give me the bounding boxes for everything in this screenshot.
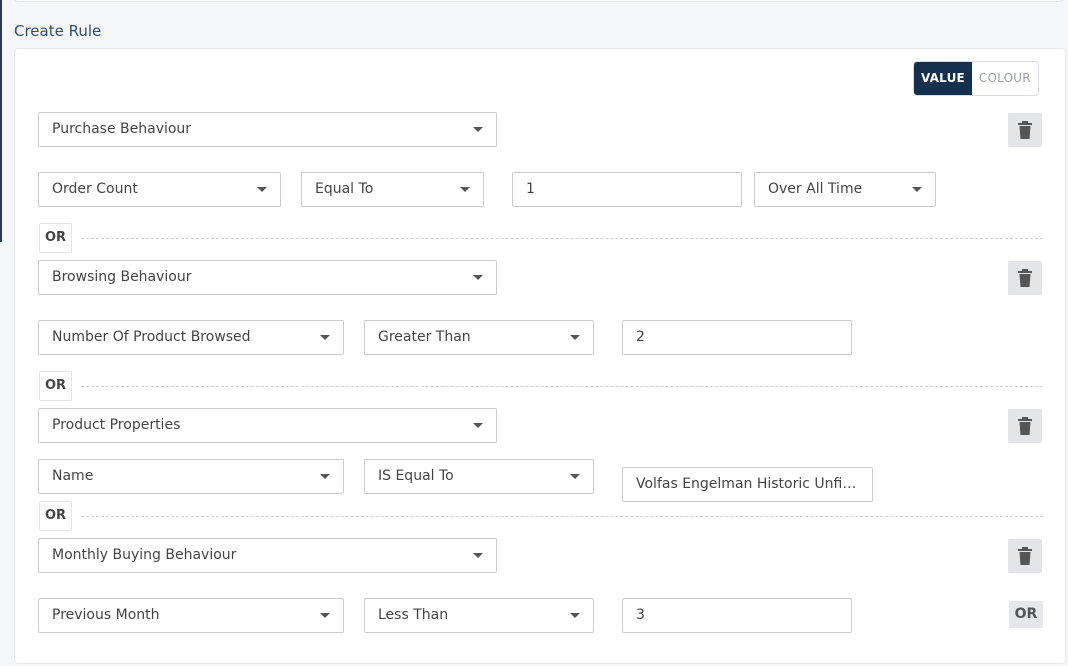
section-title: Create Rule xyxy=(14,22,102,40)
trash-icon xyxy=(1018,417,1032,435)
rule-4-category-select[interactable]: Monthly Buying Behaviour xyxy=(38,538,497,573)
add-or-rule-button[interactable]: OR xyxy=(1009,601,1043,628)
caret-down-icon xyxy=(320,474,330,479)
rule-4-field-select[interactable]: Previous Month xyxy=(38,598,344,633)
or-divider-line xyxy=(81,386,1043,387)
rule-1-field-select[interactable]: Order Count xyxy=(38,172,281,207)
caret-down-icon xyxy=(320,335,330,340)
rule-3-value-input[interactable]: Volfas Engelman Historic Unfiltered xyxy=(622,467,873,502)
or-separator-2: OR xyxy=(39,371,73,401)
caret-down-icon xyxy=(460,187,470,192)
rule-2-delete-button[interactable] xyxy=(1008,261,1042,295)
caret-down-icon xyxy=(473,423,483,428)
rule-1-operator-select[interactable]: Equal To xyxy=(301,172,484,207)
caret-down-icon xyxy=(570,335,580,340)
rule-4-delete-button[interactable] xyxy=(1008,539,1042,573)
caret-down-icon xyxy=(257,187,267,192)
top-card xyxy=(14,0,1064,2)
value-toggle-button[interactable]: VALUE xyxy=(914,62,972,95)
rule-1-delete-button[interactable] xyxy=(1008,113,1042,147)
rule-3-delete-button[interactable] xyxy=(1008,409,1042,443)
or-separator-1: OR xyxy=(39,223,73,253)
or-divider-line xyxy=(81,238,1043,239)
rule-2-field-select[interactable]: Number Of Product Browsed xyxy=(38,320,344,355)
rule-4-operator-select[interactable]: Less Than xyxy=(364,598,594,633)
rule-3-operator-select[interactable]: IS Equal To xyxy=(364,459,594,494)
caret-down-icon xyxy=(473,275,483,280)
rule-3-category-select[interactable]: Product Properties xyxy=(38,408,497,443)
rule-builder-panel: VALUE COLOUR Purchase Behaviour Order Co… xyxy=(14,48,1066,664)
caret-down-icon xyxy=(912,187,922,192)
sidebar-edge xyxy=(0,0,2,242)
caret-down-icon xyxy=(320,613,330,618)
or-divider-line xyxy=(81,516,1043,517)
caret-down-icon xyxy=(473,553,483,558)
mode-toggle: VALUE COLOUR xyxy=(913,61,1039,96)
rule-1-period-select[interactable]: Over All Time xyxy=(754,172,936,207)
rule-2-operator-select[interactable]: Greater Than xyxy=(364,320,594,355)
caret-down-icon xyxy=(570,613,580,618)
rule-2-value-input[interactable]: 2 xyxy=(622,320,852,355)
or-separator-3: OR xyxy=(39,501,73,531)
rule-4-value-input[interactable]: 3 xyxy=(622,598,852,633)
trash-icon xyxy=(1018,547,1032,565)
trash-icon xyxy=(1018,121,1032,139)
rule-1-value-input[interactable]: 1 xyxy=(512,172,742,207)
caret-down-icon xyxy=(473,127,483,132)
trash-icon xyxy=(1018,269,1032,287)
rule-1-category-select[interactable]: Purchase Behaviour xyxy=(38,112,497,147)
caret-down-icon xyxy=(570,474,580,479)
colour-toggle-button[interactable]: COLOUR xyxy=(971,62,1038,95)
rule-3-field-select[interactable]: Name xyxy=(38,459,344,494)
rule-2-category-select[interactable]: Browsing Behaviour xyxy=(38,260,497,295)
